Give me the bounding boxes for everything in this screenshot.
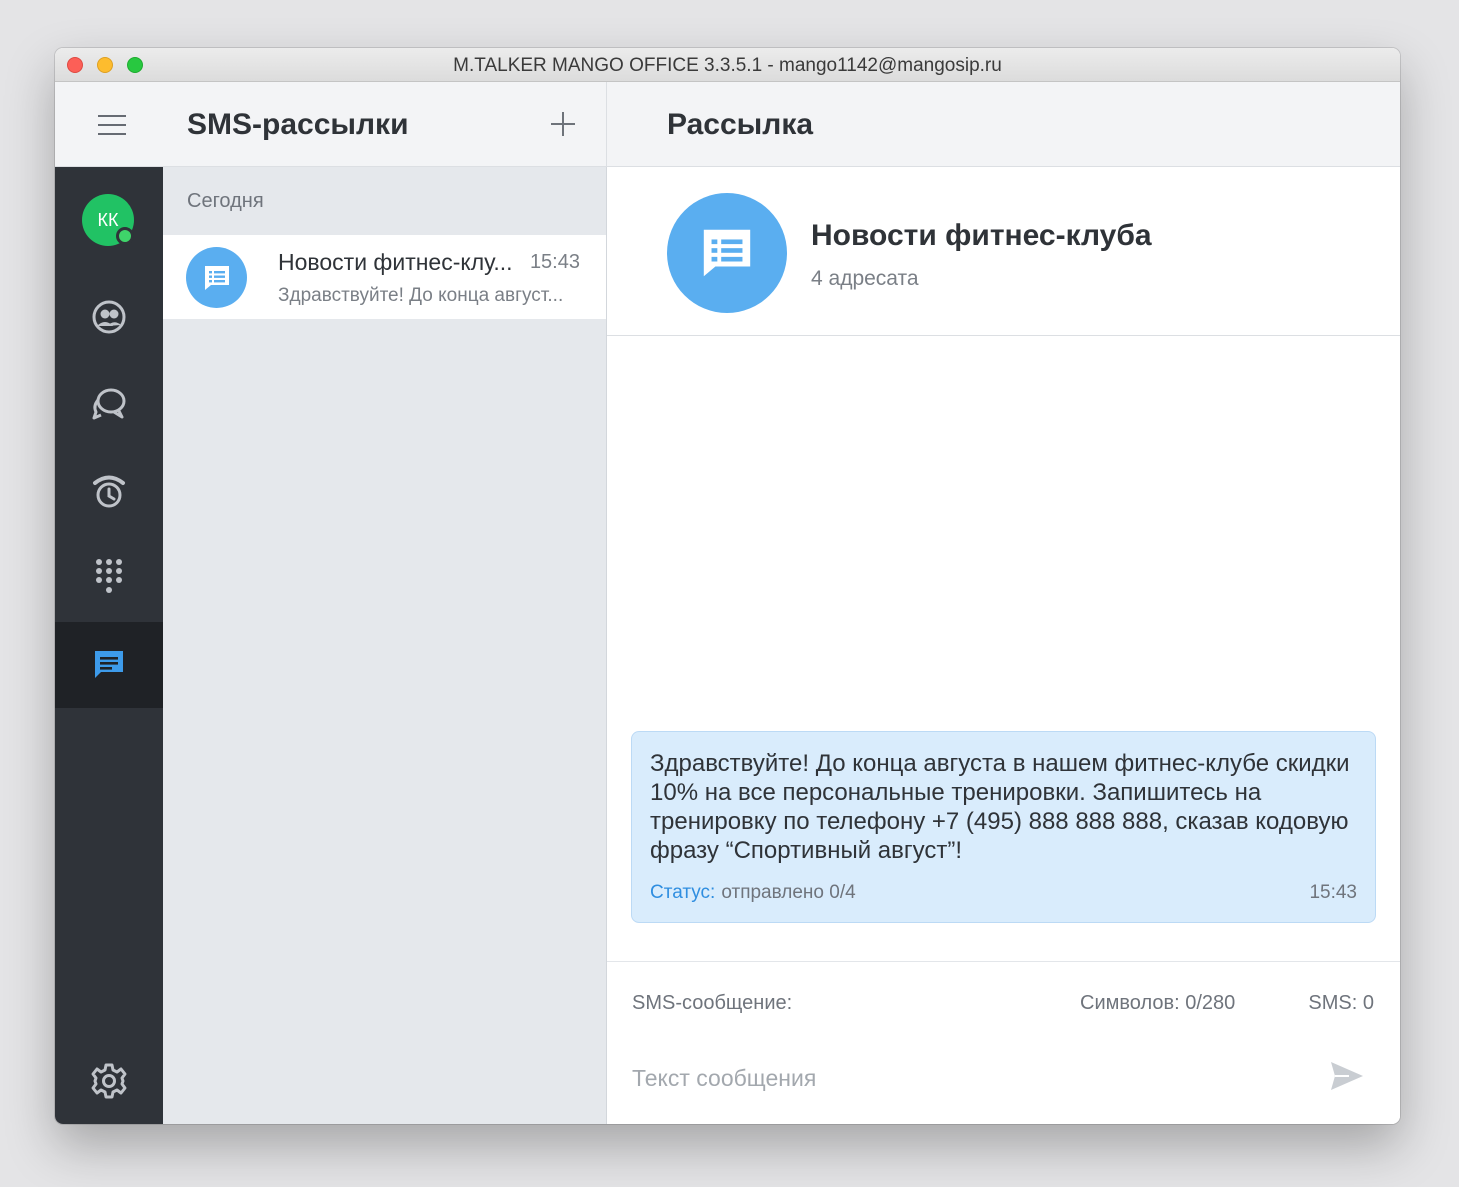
list-item[interactable]: Новости фитнес-клу... 15:43 Здравствуйте… xyxy=(163,235,606,319)
sms-mailing-icon xyxy=(667,193,787,313)
send-icon xyxy=(1331,1062,1363,1090)
dialpad-icon xyxy=(96,559,122,593)
sms-icon xyxy=(95,651,123,678)
composer: SMS-сообщение: Символов: 0/280 SMS: 0 xyxy=(607,961,1400,1124)
status-value: отправлено 0/4 xyxy=(721,882,856,903)
detail-title: Рассылка xyxy=(667,108,814,141)
status-label: Статус: xyxy=(650,882,716,903)
list-item-preview: Здравствуйте! До конца август... xyxy=(278,285,564,306)
char-counter: Символов: 0/280 xyxy=(1080,992,1236,1014)
hamburger-menu-icon[interactable] xyxy=(98,115,128,135)
recipients-count: 4 адресата xyxy=(811,267,919,290)
sms-mailing-icon xyxy=(186,247,247,308)
mailing-info: Новости фитнес-клуба 4 адресата xyxy=(607,167,1400,336)
online-status-icon xyxy=(116,227,134,245)
mailing-name: Новости фитнес-клуба xyxy=(811,219,1152,252)
list-item-time: 15:43 xyxy=(529,251,580,273)
message-bubble: Здравствуйте! До конца августа в нашем ф… xyxy=(631,731,1376,923)
window-title: M.TALKER MANGO OFFICE 3.3.5.1 - mango114… xyxy=(453,55,1002,76)
message-text: Здравствуйте! До конца августа в нашем ф… xyxy=(650,750,1350,864)
rail-item-contacts[interactable] xyxy=(55,274,163,360)
alarm-phone-icon xyxy=(93,475,125,508)
message-status: Статус: отправлено 0/4 xyxy=(650,882,856,904)
sms-counter: SMS: 0 xyxy=(1308,992,1374,1014)
list-item-title: Новости фитнес-клу... xyxy=(278,249,513,275)
rail-item-dialpad[interactable] xyxy=(55,534,163,620)
chat-bubbles-icon xyxy=(92,388,126,420)
send-button[interactable] xyxy=(1329,1060,1369,1096)
title-bar[interactable]: M.TALKER MANGO OFFICE 3.3.5.1 - mango114… xyxy=(55,48,1400,82)
add-mailing-button[interactable] xyxy=(549,110,577,138)
group-header: Сегодня xyxy=(187,190,264,212)
nav-rail: КК xyxy=(55,167,163,1124)
rail-item-call-history[interactable] xyxy=(55,448,163,534)
message-area: Здравствуйте! До конца августа в нашем ф… xyxy=(607,336,1400,961)
gear-icon xyxy=(91,1063,127,1099)
rail-item-chats[interactable] xyxy=(55,361,163,447)
composer-label: SMS-сообщение: xyxy=(632,992,793,1014)
mailing-list: Сегодня Новости фитнес-клу... 15:43 Здра… xyxy=(163,167,607,1124)
app-window: M.TALKER MANGO OFFICE 3.3.5.1 - mango114… xyxy=(55,48,1400,1124)
list-header: SMS-рассылки xyxy=(55,82,607,167)
message-time: 15:43 xyxy=(1309,882,1357,903)
rail-item-settings[interactable] xyxy=(55,1038,163,1124)
message-input[interactable] xyxy=(632,1058,1312,1098)
detail-header: Рассылка xyxy=(607,82,1400,167)
user-circle-icon xyxy=(92,300,126,334)
rail-item-sms[interactable] xyxy=(55,622,163,708)
section-title: SMS-рассылки xyxy=(187,108,409,141)
